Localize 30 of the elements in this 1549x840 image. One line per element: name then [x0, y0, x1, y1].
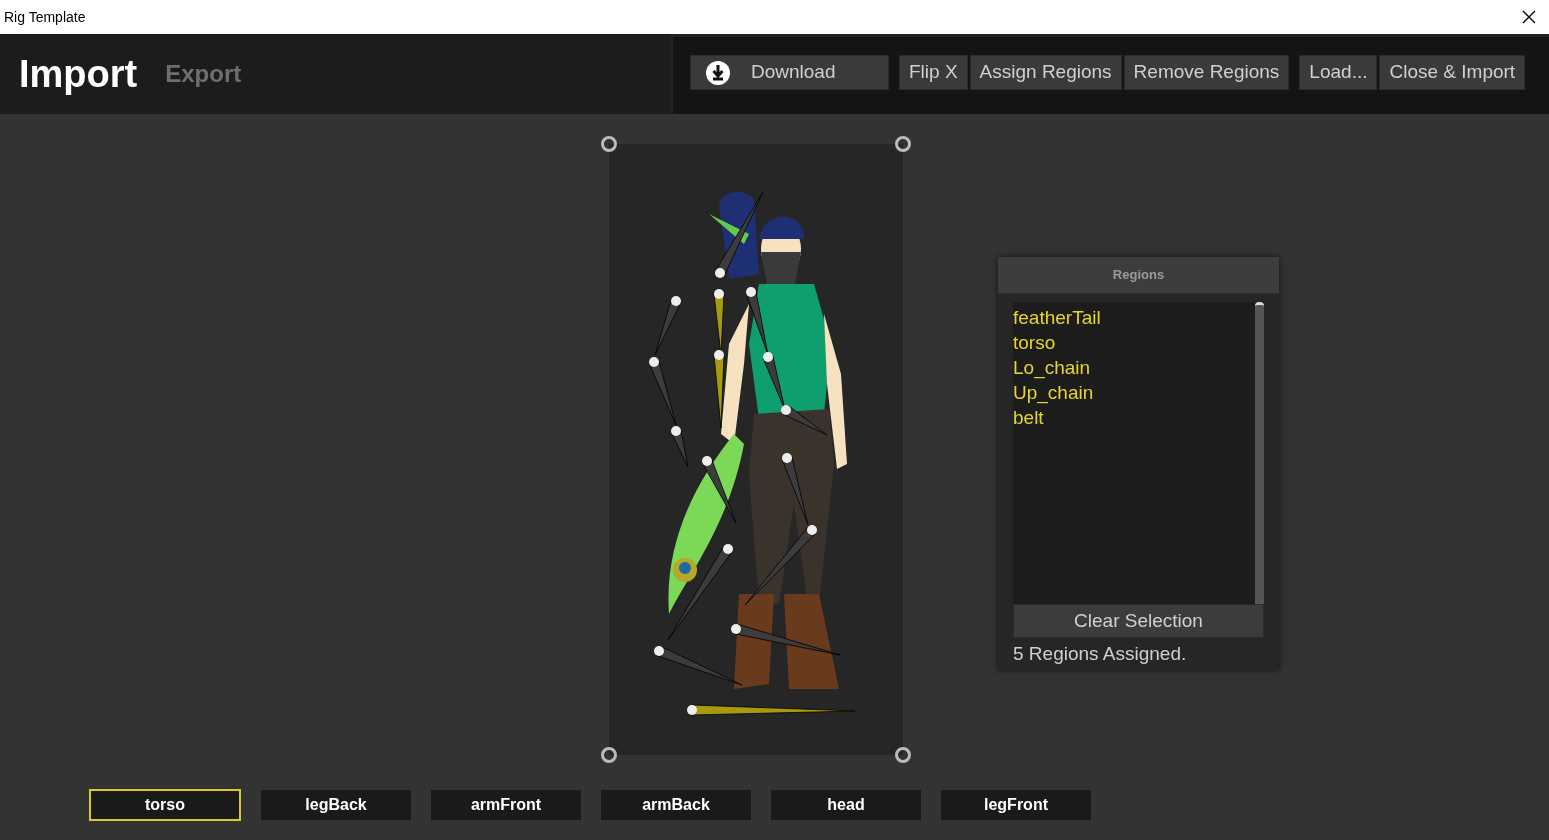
part-tab[interactable]: legFront: [941, 790, 1091, 820]
mode-tab[interactable]: Import: [19, 45, 138, 103]
resize-handle[interactable]: [601, 747, 617, 763]
region-item[interactable]: Up_chain: [1013, 380, 1094, 405]
toolbar-button[interactable]: Close & Import: [1379, 55, 1526, 90]
region-item[interactable]: torso: [1013, 330, 1056, 355]
panel-header: Regions: [998, 257, 1279, 295]
part-tab[interactable]: armBack: [601, 790, 751, 820]
part-tab[interactable]: torso: [89, 789, 241, 821]
region-item[interactable]: Lo_chain: [1013, 355, 1091, 380]
close-icon: [1522, 10, 1536, 24]
toolbar-button[interactable]: Load...: [1299, 55, 1378, 90]
scrollbar[interactable]: [1255, 302, 1264, 604]
resize-handle[interactable]: [895, 136, 911, 152]
resize-handle[interactable]: [895, 747, 911, 763]
toolbar-button[interactable]: Remove Regions: [1123, 55, 1290, 90]
part-tab[interactable]: armFront: [431, 790, 581, 820]
clear-selection-button[interactable]: Clear Selection: [1013, 604, 1264, 638]
region-item[interactable]: featherTail: [1013, 305, 1101, 330]
toolbar-button[interactable]: Download: [690, 55, 889, 90]
part-tab[interactable]: head: [771, 790, 921, 820]
part-tab[interactable]: legBack: [261, 790, 411, 820]
status-text: 5 Regions Assigned.: [1013, 642, 1188, 666]
toolbar-button[interactable]: Assign Regions: [969, 55, 1122, 90]
rigged-character-drawing[interactable]: [648, 191, 856, 716]
resize-handle[interactable]: [601, 136, 617, 152]
toolbar-button[interactable]: Flip X: [899, 55, 968, 90]
download-icon: [705, 59, 731, 86]
region-item[interactable]: belt: [1013, 405, 1044, 430]
window-title: Rig Template: [4, 7, 86, 27]
